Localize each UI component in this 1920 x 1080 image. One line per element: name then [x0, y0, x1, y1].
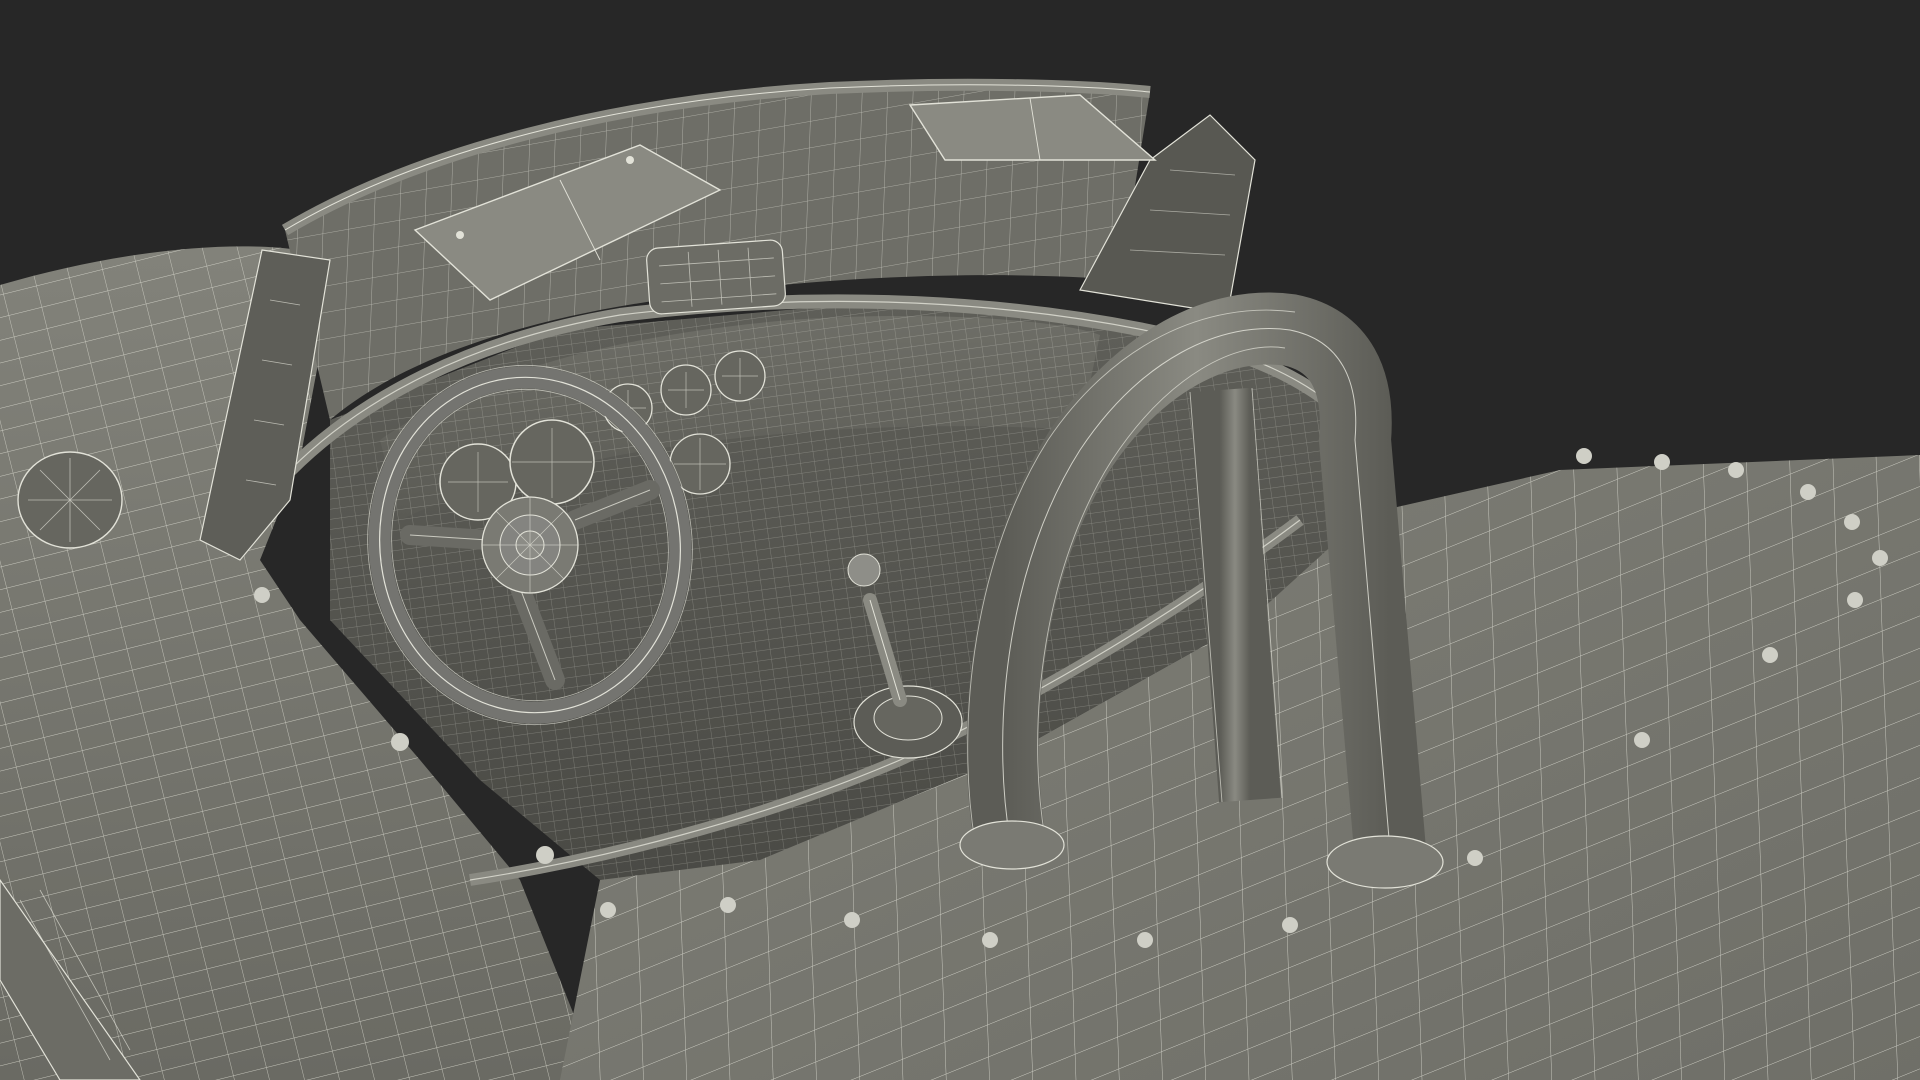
rear-view-mirror	[646, 239, 786, 315]
wireframe-render	[0, 0, 1920, 1080]
side-mirror	[17, 451, 123, 549]
render-viewport	[0, 0, 1920, 1080]
